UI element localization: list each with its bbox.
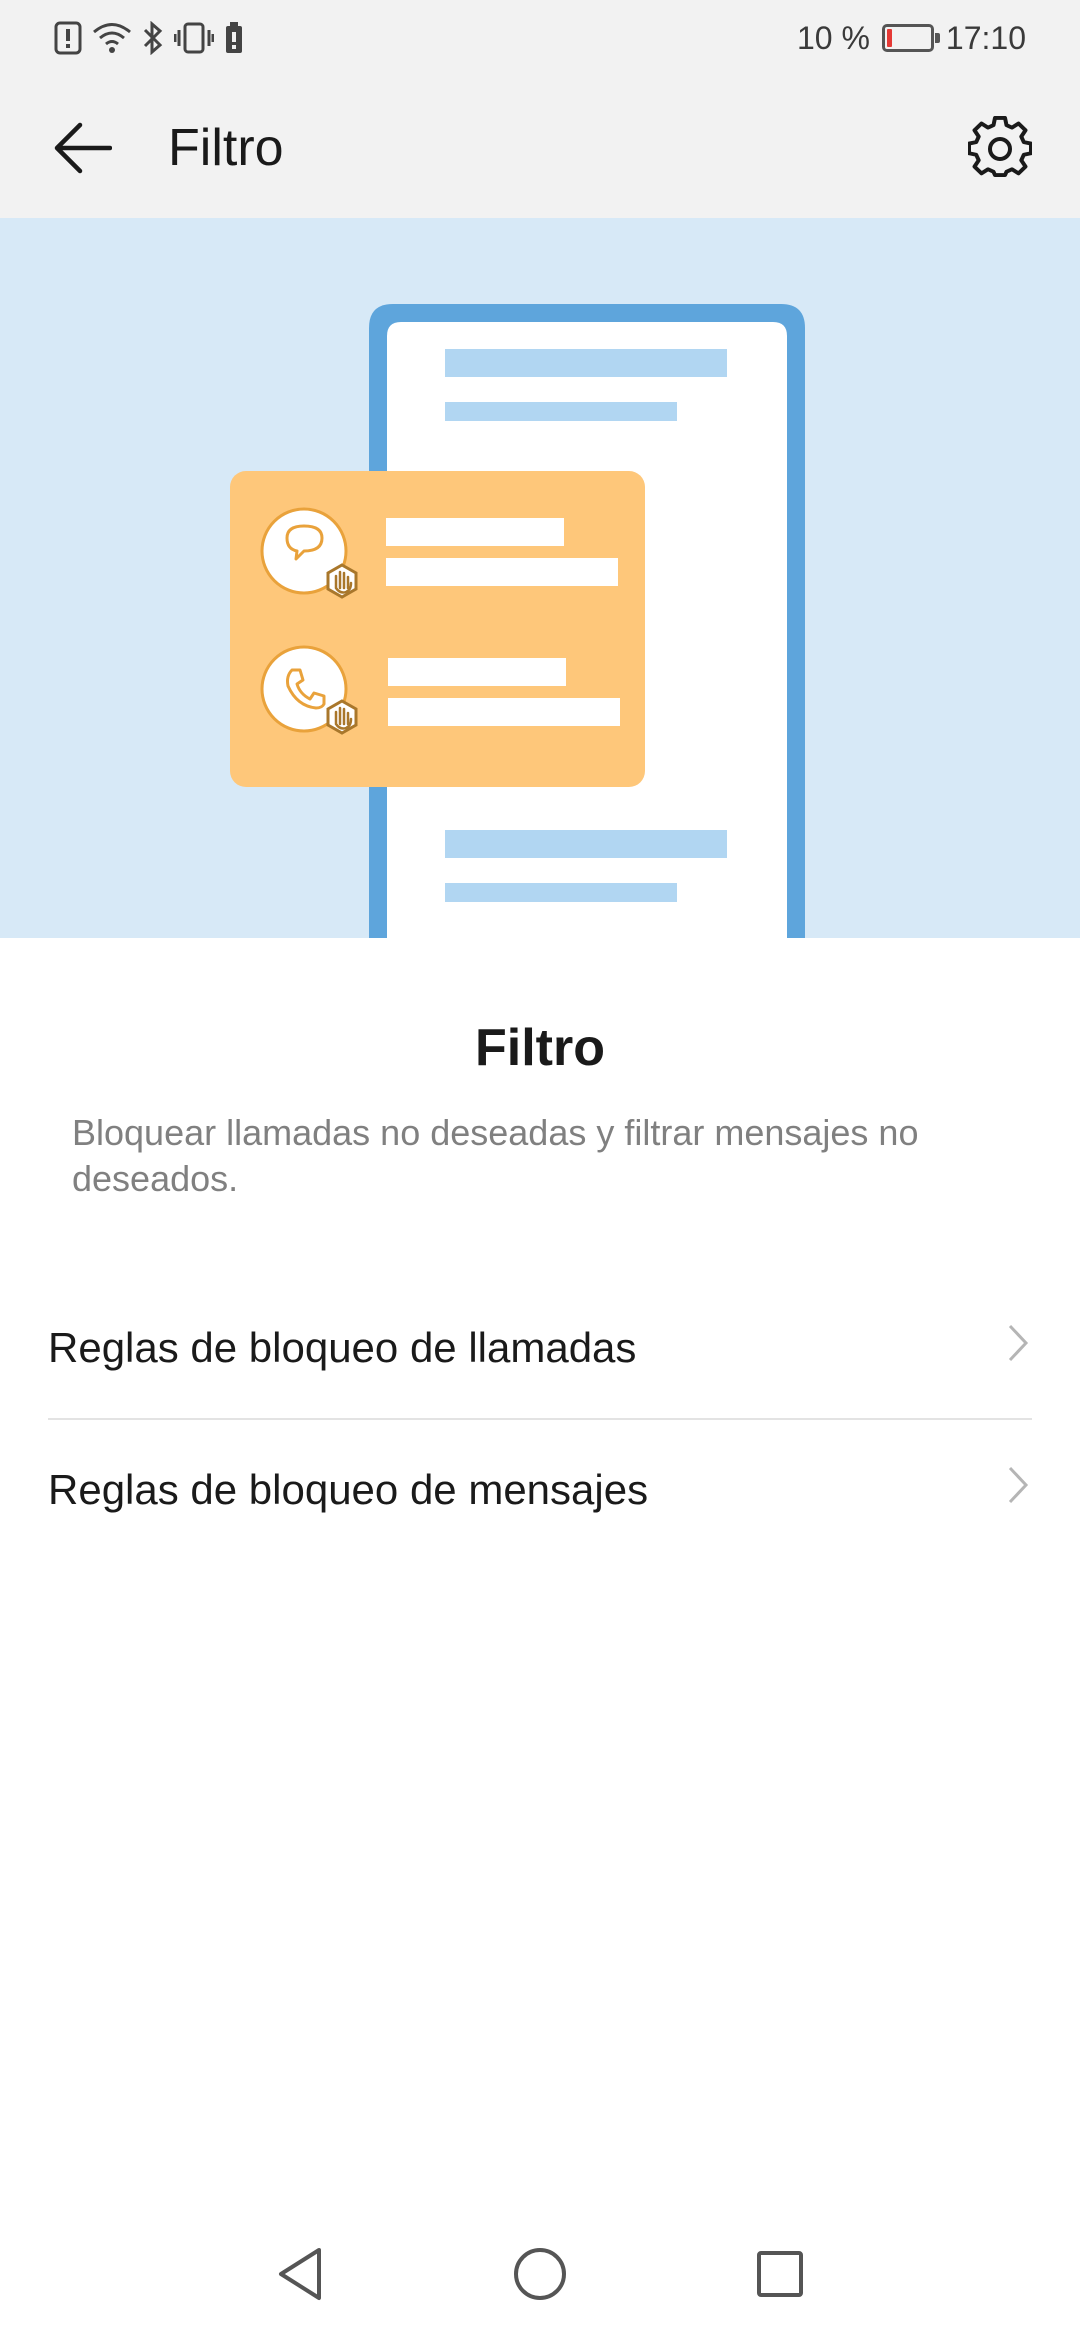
home-circle-icon — [514, 2248, 566, 2300]
list-item-label: Reglas de bloqueo de llamadas — [48, 1324, 637, 1371]
call-block-rules-item[interactable]: Reglas de bloqueo de llamadas — [48, 1278, 1032, 1418]
hand-stop-icon — [326, 563, 358, 599]
nav-back-button[interactable] — [270, 2244, 330, 2304]
gear-icon — [968, 116, 1032, 178]
hero-illustration — [0, 218, 1080, 938]
recents-square-icon — [757, 2251, 803, 2297]
page-title: Filtro — [168, 119, 284, 177]
arrow-left-icon — [54, 122, 112, 174]
battery-percent: 10 % — [796, 19, 870, 56]
alert-icon — [54, 21, 82, 55]
blocked-items-card — [230, 471, 645, 787]
battery-level-fill — [886, 29, 892, 47]
vibrate-icon — [174, 21, 214, 55]
battery-saver-icon — [224, 21, 244, 55]
list-item-label: Reglas de bloqueo de mensajes — [48, 1466, 649, 1513]
hand-stop-icon — [326, 699, 358, 735]
nav-home-button[interactable] — [510, 2244, 570, 2304]
wifi-icon — [92, 21, 132, 55]
section-description: Bloquear llamadas no deseadas y filtrar … — [72, 1112, 919, 1199]
clock: 17:10 — [945, 19, 1026, 56]
app-bar: Filtro — [0, 76, 1080, 218]
battery-icon — [881, 24, 940, 52]
back-triangle-icon — [279, 2248, 321, 2300]
chevron-right-icon — [1006, 1465, 1030, 1515]
settings-button[interactable] — [962, 110, 1038, 186]
system-nav-bar — [0, 2208, 1080, 2340]
bluetooth-icon — [142, 21, 164, 55]
message-block-rules-item[interactable]: Reglas de bloqueo de mensajes — [48, 1420, 1032, 1560]
rules-list: Reglas de bloqueo de llamadas Reglas de … — [48, 1278, 1032, 1560]
status-bar: 10 % 17:10 — [0, 0, 1080, 76]
status-right: 10 % 17:10 — [797, 18, 1026, 58]
filter-illustration — [230, 304, 805, 938]
nav-recents-button[interactable] — [750, 2244, 810, 2304]
back-button[interactable] — [46, 112, 118, 184]
section-title: Filtro — [475, 1019, 605, 1077]
chevron-right-icon — [1006, 1323, 1030, 1373]
status-icons — [54, 20, 244, 56]
